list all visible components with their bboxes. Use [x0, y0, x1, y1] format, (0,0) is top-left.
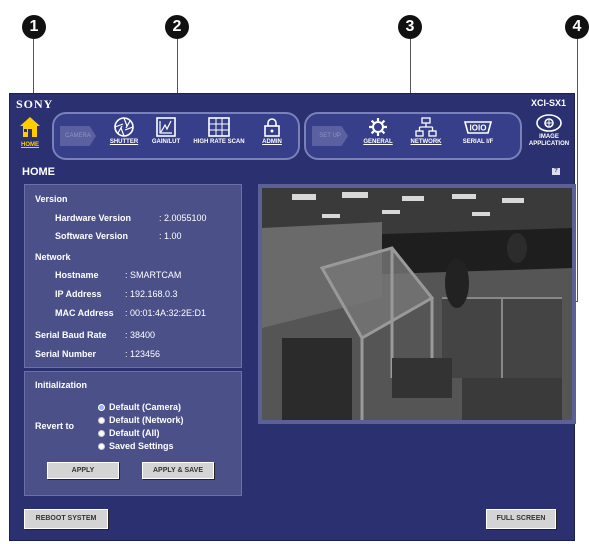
app-window: SONY XCI-SX1 HOME CAMERA SHUTTER GAIN/LU… [9, 93, 576, 541]
home-button[interactable]: HOME [16, 116, 44, 154]
gain-lut-icon [156, 117, 176, 137]
radio-default-camera[interactable]: Default (Camera) [98, 402, 181, 412]
general-label: GENERAL [363, 139, 393, 145]
serial-number-label: Serial Number [35, 349, 97, 359]
brand-logo: SONY [16, 97, 54, 111]
radio-icon [98, 442, 105, 450]
gain-lut-label: GAIN/LUT [151, 139, 181, 145]
gear-icon [369, 118, 387, 136]
callout-3: 3 [398, 15, 422, 39]
revert-to-label: Revert to [35, 421, 75, 431]
radio-selected-icon [98, 403, 105, 411]
ip-address-value: : 192.168.0.3 [125, 289, 178, 299]
help-icon[interactable]: ? [552, 168, 560, 175]
ip-address-label: IP Address [55, 289, 102, 299]
home-label: HOME [21, 142, 39, 148]
mac-address-value: : 00:01:4A:32:2E:D1 [125, 308, 207, 318]
serial-baud-rate-label: Serial Baud Rate [35, 330, 107, 340]
svg-text:IOIO: IOIO [470, 124, 487, 133]
high-rate-scan-label: HIGH RATE SCAN [193, 139, 245, 145]
initialization-heading: Initialization [35, 380, 88, 390]
serial-number-value: : 123456 [125, 349, 161, 359]
eye-icon [536, 114, 562, 132]
callout-4: 4 [565, 15, 589, 39]
network-icon [415, 117, 437, 137]
radio-default-all[interactable]: Default (All) [98, 428, 160, 438]
reboot-system-button[interactable]: REBOOT SYSTEM [24, 509, 108, 529]
serial-port-icon: IOIO [463, 121, 493, 134]
software-version-value: : 1.00 [159, 231, 182, 241]
hostname-label: Hostname [55, 270, 99, 280]
apply-button[interactable]: APPLY [47, 462, 119, 479]
camera-view-frame [258, 184, 576, 424]
camera-toolbar-group: CAMERA SHUTTER GAIN/LUT HIGH RATE SCAN A… [52, 112, 300, 160]
general-button[interactable]: GENERAL [358, 117, 398, 145]
admin-label: ADMIN [262, 139, 282, 145]
hardware-version-value: : 2.0055100 [159, 213, 207, 223]
setup-toolbar-group: SET UP GENERAL NETWORK IOIO SERIAL I/F [304, 112, 522, 160]
network-label: NETWORK [410, 139, 442, 145]
callout-1: 1 [22, 15, 46, 39]
radio-label: Default (Network) [109, 415, 184, 425]
apply-and-save-button[interactable]: APPLY & SAVE [142, 462, 214, 479]
office-scene-image [262, 188, 572, 420]
info-panel: Version Hardware Version : 2.0055100 Sof… [24, 184, 242, 368]
setup-tag: SET UP [312, 126, 348, 146]
lock-icon [264, 118, 280, 137]
gain-lut-button[interactable]: GAIN/LUT [146, 117, 186, 145]
shutter-button[interactable]: SHUTTER [104, 117, 144, 145]
mac-address-label: MAC Address [55, 308, 114, 318]
high-rate-scan-button[interactable]: HIGH RATE SCAN [188, 117, 250, 145]
image-application-label-2: APPLICATION [528, 141, 570, 147]
high-rate-scan-icon [208, 117, 230, 137]
admin-button[interactable]: ADMIN [252, 117, 292, 145]
radio-default-network[interactable]: Default (Network) [98, 415, 184, 425]
serial-baud-rate-value: : 38400 [125, 330, 156, 340]
radio-label: Default (All) [109, 428, 160, 438]
image-application-button[interactable]: IMAGE APPLICATION [527, 114, 571, 148]
network-button[interactable]: NETWORK [404, 117, 448, 145]
page-title: HOME [22, 166, 55, 178]
shutter-label: SHUTTER [109, 139, 139, 145]
software-version-label: Software Version [55, 231, 129, 241]
model-name: XCI-SX1 [530, 98, 566, 108]
callout-4-line [577, 39, 578, 302]
image-application-label-1: IMAGE [539, 134, 559, 140]
radio-icon [98, 429, 105, 437]
full-screen-button[interactable]: FULL SCREEN [486, 509, 556, 529]
serial-if-label: SERIAL I/F [462, 139, 494, 145]
serial-if-button[interactable]: IOIO SERIAL I/F [454, 117, 502, 145]
network-heading: Network [35, 252, 71, 262]
radio-saved-settings[interactable]: Saved Settings [98, 441, 174, 451]
camera-tag: CAMERA [60, 126, 96, 146]
version-heading: Version [35, 194, 68, 204]
radio-label: Default (Camera) [109, 402, 182, 412]
radio-icon [98, 416, 105, 424]
home-icon [20, 117, 40, 137]
callout-2: 2 [165, 15, 189, 39]
camera-live-image[interactable] [262, 188, 572, 420]
hardware-version-label: Hardware Version [55, 213, 132, 223]
shutter-icon [114, 117, 134, 137]
hostname-value: : SMARTCAM [125, 270, 182, 280]
radio-label: Saved Settings [109, 441, 174, 451]
initialization-panel: Initialization Revert to Default (Camera… [24, 371, 242, 496]
